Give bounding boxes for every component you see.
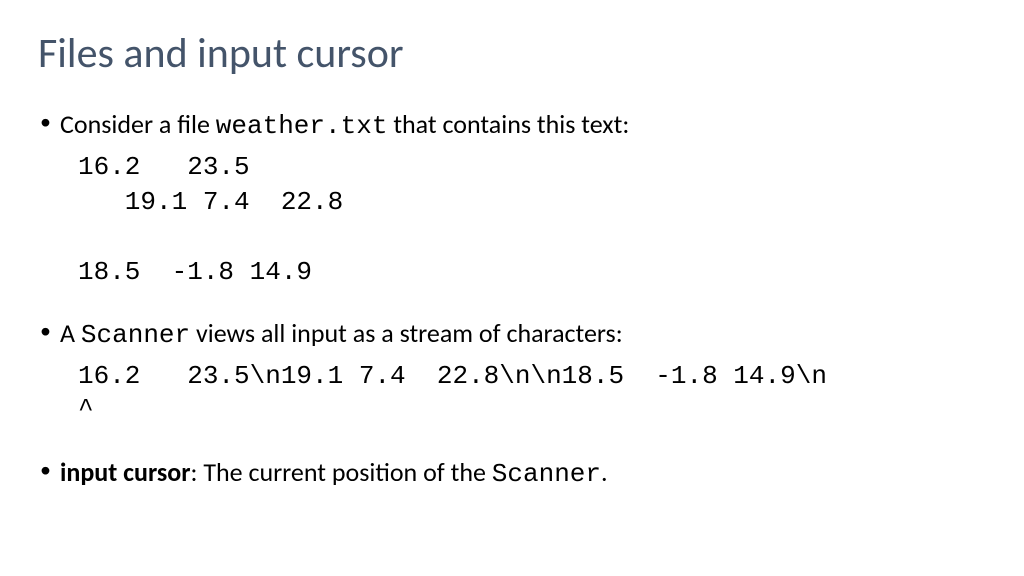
bullet-item-2: A Scanner views all input as a stream of… [38, 316, 986, 353]
bullet-2-pre: A [60, 317, 81, 349]
bullet-2-post: views all input as a stream of character… [190, 317, 623, 349]
file-content-block: 16.2 23.5 19.1 7.4 22.8 18.5 -1.8 14.9 [78, 150, 986, 290]
bullet-1-filename: weather.txt [216, 111, 388, 141]
bullet-list: Consider a file weather.txt that contain… [38, 107, 986, 144]
bullet-list-3: input cursor: The current position of th… [38, 455, 986, 492]
character-stream-block: 16.2 23.5\n19.1 7.4 22.8\n\n18.5 -1.8 14… [78, 360, 986, 428]
bullet-1-post: that contains this text: [387, 108, 629, 140]
bullet-3-mid: : The current position of the [190, 456, 491, 488]
bullet-3-scanner: Scanner [492, 459, 601, 489]
bullet-list-2: A Scanner views all input as a stream of… [38, 316, 986, 353]
bullet-1-pre: Consider a file [60, 108, 216, 140]
bullet-2-scanner: Scanner [81, 320, 190, 350]
bullet-3-term: input cursor [60, 456, 190, 488]
slide-title: Files and input cursor [38, 28, 986, 79]
bullet-item-3: input cursor: The current position of th… [38, 455, 986, 492]
bullet-3-post: . [601, 456, 608, 488]
bullet-item-1: Consider a file weather.txt that contain… [38, 107, 986, 144]
